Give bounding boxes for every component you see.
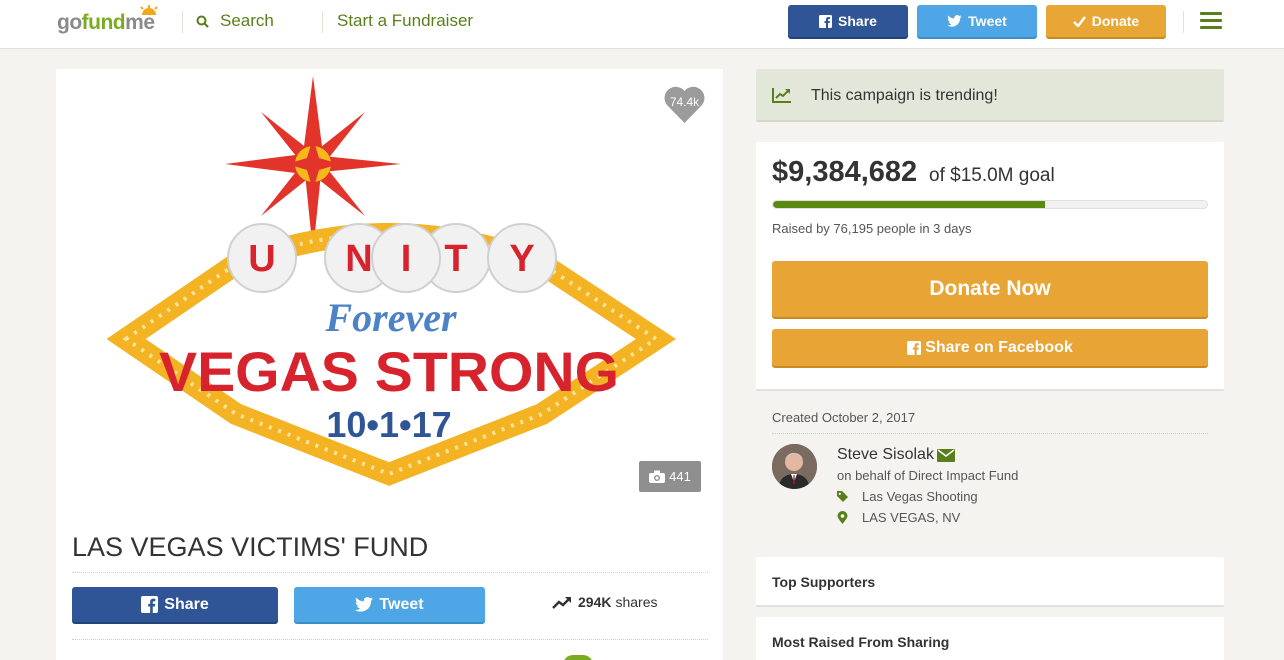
share-count: 294K shares [552,594,658,610]
trending-icon [552,596,571,609]
trending-text: This campaign is trending! [811,87,998,104]
raised-by-text: Raised by 76,195 people in 3 days [772,221,972,236]
campaign-share-button[interactable]: Share [72,587,278,622]
header-divider [1183,11,1184,33]
campaign-title: LAS VEGAS VICTIMS' FUND [72,532,429,562]
on-behalf-text: on behalf of Direct Impact Fund [837,468,1019,483]
logo-sun-icon [140,5,158,15]
top-supporters-title: Top Supporters [772,574,876,590]
svg-text:Forever: Forever [324,295,457,340]
progress-bar [772,200,1208,209]
category-label: Las Vegas Shooting [862,489,978,504]
svg-text:VEGAS STRONG: VEGAS STRONG [159,340,619,403]
raised-amount: $9,384,682 [772,156,918,188]
envelope-icon[interactable] [936,448,955,462]
most-raised-sharing-title: Most Raised From Sharing [772,634,950,650]
campaign-tweet-button[interactable]: Tweet [294,587,485,622]
top-nav: gofundme Search Start a Fundraiser Share… [0,0,1284,49]
heart-count: 74.4k [669,95,700,109]
header-donate-label: Donate [1091,13,1140,29]
twitter-icon [355,597,374,612]
location-row: LAS VEGAS, NV [837,510,960,525]
svg-text:N: N [345,238,372,280]
share-on-facebook-label: Share on Facebook [925,338,1073,356]
campaign-tweet-label: Tweet [379,595,424,613]
location-label: LAS VEGAS, NV [862,510,961,525]
organizer-avatar[interactable] [772,444,817,489]
divider [72,639,708,640]
header-tweet-button[interactable]: Tweet [917,5,1037,37]
progress-fill [773,201,1045,208]
svg-text:U: U [248,238,275,280]
svg-text:T: T [444,238,467,280]
campaign-share-label: Share [164,595,209,613]
check-icon [1072,15,1086,27]
header-share-button[interactable]: Share [788,5,908,37]
top-supporters-panel[interactable]: Top Supporters [756,557,1224,607]
search-label: Search [220,11,274,30]
facebook-icon [141,596,159,613]
share-count-label: shares [615,594,658,610]
photo-count-badge[interactable]: 441 [639,461,701,492]
header-tweet-label: Tweet [968,13,1007,29]
divider [772,433,1208,434]
trending-banner: This campaign is trending! [756,69,1224,122]
share-count-value: 294K [578,594,612,610]
svg-text:10•1•17: 10•1•17 [326,404,451,445]
trending-icon [772,88,791,103]
photo-count: 441 [669,469,691,484]
facebook-icon [907,340,922,355]
search-link[interactable]: Search [196,11,274,31]
most-raised-sharing-panel[interactable]: Most Raised From Sharing [756,617,1224,660]
goal-text: of $15.0M goal [929,165,1055,186]
divider [72,572,708,573]
header-donate-button[interactable]: Donate [1046,5,1166,37]
menu-icon[interactable] [1200,12,1222,30]
start-fundraiser-link[interactable]: Start a Fundraiser [337,11,473,31]
map-pin-icon [837,511,848,524]
header-divider [182,11,183,33]
created-date: Created October 2, 2017 [772,410,916,425]
svg-text:I: I [401,238,412,280]
campaign-image[interactable]: U N I T Y I Forever VEGAS STRONG 10•1•17 [56,69,723,515]
organizer-name[interactable]: Steve Sisolak [837,446,955,464]
facebook-icon [819,14,833,28]
twitter-icon [947,15,962,27]
share-on-facebook-button[interactable]: Share on Facebook [772,329,1208,366]
header-divider [322,11,323,33]
partial-badge [563,655,593,660]
svg-text:Y: Y [509,238,534,280]
organizer-portrait [772,444,817,489]
camera-icon [649,470,666,483]
header-share-label: Share [838,13,877,29]
category-row[interactable]: Las Vegas Shooting [837,489,978,504]
donate-now-button[interactable]: Donate Now [772,261,1208,317]
vegas-strong-artwork: U N I T Y I Forever VEGAS STRONG 10•1•17 [106,76,677,486]
search-icon [196,15,209,28]
tag-icon [837,491,848,502]
